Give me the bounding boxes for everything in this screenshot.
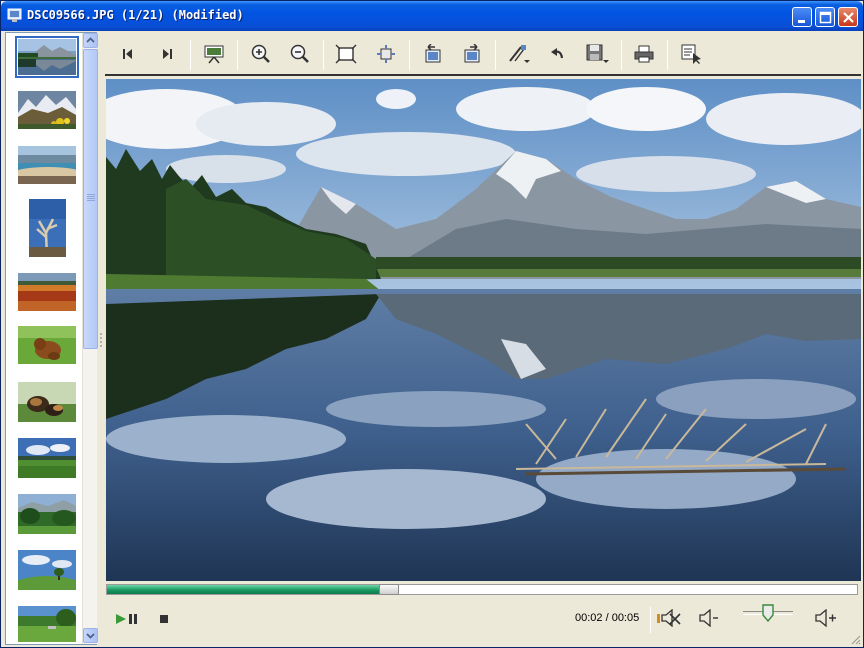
scroll-up-button[interactable]	[83, 33, 98, 48]
close-button[interactable]	[838, 7, 858, 27]
thumbnail-2[interactable]	[18, 91, 76, 129]
volume-thumb[interactable]	[762, 604, 774, 622]
seek-bar[interactable]	[106, 584, 858, 595]
zoom-in-button[interactable]	[246, 39, 276, 69]
rotate-right-icon	[464, 44, 480, 63]
splitter-grip[interactable]	[99, 331, 103, 351]
seek-progress	[107, 585, 381, 594]
scrollbar-thumb[interactable]	[83, 49, 98, 349]
window-title: DSC09566.JPG (1/21) (Modified)	[27, 8, 244, 22]
thumbnail-7[interactable]	[18, 382, 76, 422]
slideshow-button[interactable]	[199, 39, 229, 69]
next-button[interactable]	[152, 39, 182, 69]
minimize-icon	[798, 20, 805, 23]
zoom-in-icon	[251, 44, 270, 63]
volume-up-icon	[815, 609, 836, 627]
undo-button[interactable]	[543, 39, 573, 69]
title-bar[interactable]: DSC09566.JPG (1/21) (Modified)	[1, 1, 863, 31]
playback-controls: 00:02 / 00:05	[105, 599, 861, 641]
thumbnail-5[interactable]	[18, 273, 76, 311]
rotate-left-icon	[425, 44, 441, 63]
thumbnail-11[interactable]	[18, 606, 76, 642]
maximize-icon	[819, 11, 832, 24]
save-button[interactable]	[582, 39, 612, 69]
select-button[interactable]	[676, 39, 706, 69]
thumbnail-scrollbar[interactable]	[82, 33, 98, 644]
scroll-down-icon	[86, 633, 95, 639]
landscape-photo	[106, 79, 861, 581]
resize-grip[interactable]	[849, 633, 861, 645]
undo-icon	[551, 48, 564, 59]
thumbnail-1[interactable]	[15, 36, 79, 78]
close-icon	[843, 12, 854, 23]
toolbar	[105, 32, 861, 76]
actual-size-icon	[377, 45, 395, 63]
rotate-right-button[interactable]	[457, 39, 487, 69]
previous-icon	[123, 49, 132, 59]
previous-button[interactable]	[113, 39, 143, 69]
zoom-out-icon	[290, 44, 309, 63]
next-icon	[163, 49, 172, 59]
app-icon	[7, 8, 22, 22]
stop-icon	[160, 615, 168, 623]
minimize-button[interactable]	[792, 7, 812, 27]
zoom-out-button[interactable]	[285, 39, 315, 69]
time-readout: 00:02 / 00:05	[575, 612, 640, 624]
select-icon	[681, 44, 701, 64]
mute-button[interactable]	[655, 607, 683, 629]
thumbnail-4[interactable]	[29, 199, 66, 257]
scroll-down-button[interactable]	[83, 628, 98, 643]
volume-slider[interactable]	[743, 604, 793, 622]
fit-to-window-icon	[335, 44, 357, 64]
play-pause-button[interactable]	[113, 608, 141, 630]
edit-icon	[509, 45, 530, 63]
maximize-button[interactable]	[815, 7, 835, 27]
app-window: DSC09566.JPG (1/21) (Modified) 00:02 / 0…	[0, 0, 864, 648]
mute-icon	[657, 609, 681, 627]
edit-button[interactable]	[504, 39, 534, 69]
thumbnail-9[interactable]	[18, 494, 76, 534]
thumbnail-8[interactable]	[18, 438, 76, 478]
volume-down-icon	[699, 609, 718, 627]
play-pause-icon	[116, 614, 137, 624]
thumbnail-10[interactable]	[18, 550, 76, 590]
thumbnail-3[interactable]	[18, 146, 76, 184]
volume-up-button[interactable]	[813, 607, 839, 629]
actual-size-button[interactable]	[371, 39, 401, 69]
scroll-up-icon	[86, 37, 95, 43]
thumbnail-6[interactable]	[18, 326, 76, 364]
print-icon	[634, 45, 654, 63]
print-button[interactable]	[629, 39, 659, 69]
seek-handle[interactable]	[379, 584, 399, 595]
thumbnail-strip	[5, 32, 98, 645]
stop-button[interactable]	[155, 610, 173, 628]
fit-to-window-button[interactable]	[331, 39, 361, 69]
main-image[interactable]	[106, 79, 861, 581]
save-icon	[586, 44, 609, 63]
slideshow-icon	[204, 45, 224, 64]
rotate-left-button[interactable]	[418, 39, 448, 69]
volume-down-button[interactable]	[697, 607, 721, 629]
